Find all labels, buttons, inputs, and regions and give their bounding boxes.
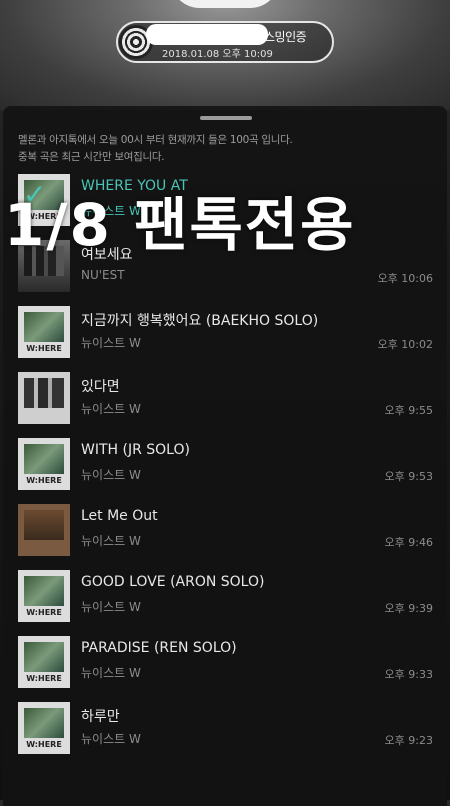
song-artist: 뉴이스트 W bbox=[81, 600, 141, 614]
drag-handle[interactable] bbox=[200, 116, 252, 120]
list-item[interactable]: 있다면 뉴이스트 W 오후 9:55 bbox=[3, 368, 447, 434]
play-time: 오후 9:46 bbox=[384, 536, 433, 549]
list-item[interactable]: W:HERE 지금까지 행복했어요 (BAEKHO SOLO) 뉴이스트 W 오… bbox=[3, 302, 447, 368]
album-art: W:HERE bbox=[18, 570, 70, 622]
song-artist: NU'EST bbox=[81, 268, 125, 282]
album-art bbox=[18, 372, 70, 424]
song-artist: 뉴이스트 W bbox=[81, 534, 141, 548]
auth-datetime: 2018.01.08 오후 10:09 bbox=[162, 49, 273, 60]
album-art: W:HERE bbox=[18, 702, 70, 754]
list-item[interactable]: W:HERE GOOD LOVE (ARON SOLO) 뉴이스트 W 오후 9… bbox=[3, 566, 447, 632]
play-time: 오후 9:33 bbox=[384, 668, 433, 681]
play-time: 오후 10:06 bbox=[377, 272, 433, 285]
album-art bbox=[18, 504, 70, 556]
list-item[interactable]: W:HERE WITH (JR SOLO) 뉴이스트 W 오후 9:53 bbox=[3, 434, 447, 500]
song-title: WITH (JR SOLO) bbox=[81, 442, 190, 458]
info-text-line1: 멜론과 아지톡에서 오늘 00시 부터 현재까지 들은 100곡 입니다. bbox=[18, 134, 293, 146]
song-artist: 뉴이스트 W bbox=[81, 666, 141, 680]
play-time: 오후 9:39 bbox=[384, 602, 433, 615]
song-title: Let Me Out bbox=[81, 508, 158, 524]
song-title: GOOD LOVE (ARON SOLO) bbox=[81, 574, 265, 590]
album-art: W:HERE bbox=[18, 636, 70, 688]
watermark-overlay-text: 1/8 팬톡전용 bbox=[4, 191, 356, 259]
streaming-auth-badge[interactable]: 스밍인증 2018.01.08 오후 10:09 bbox=[116, 21, 334, 63]
list-item[interactable]: W:HERE 하루만 뉴이스트 W 오후 9:23 bbox=[3, 698, 447, 764]
song-artist: 뉴이스트 W bbox=[81, 402, 141, 416]
play-time: 오후 9:55 bbox=[384, 404, 433, 417]
song-title: PARADISE (REN SOLO) bbox=[81, 640, 237, 656]
song-artist: 뉴이스트 W bbox=[81, 732, 141, 746]
song-title: 지금까지 행복했어요 (BAEKHO SOLO) bbox=[81, 313, 319, 329]
song-title: 하루만 bbox=[81, 709, 120, 725]
album-art: W:HERE bbox=[18, 306, 70, 358]
list-item[interactable]: W:HERE PARADISE (REN SOLO) 뉴이스트 W 오후 9:3… bbox=[3, 632, 447, 698]
song-title: 있다면 bbox=[81, 379, 120, 395]
redacted-username bbox=[146, 24, 268, 45]
song-artist: 뉴이스트 W bbox=[81, 468, 141, 482]
auth-label: 스밍인증 bbox=[264, 30, 307, 44]
list-item[interactable]: Let Me Out 뉴이스트 W 오후 9:46 bbox=[3, 500, 447, 566]
album-art: W:HERE bbox=[18, 438, 70, 490]
play-time: 오후 9:23 bbox=[384, 734, 433, 747]
song-artist: 뉴이스트 W bbox=[81, 336, 141, 350]
play-time: 오후 9:53 bbox=[384, 470, 433, 483]
info-text-line2: 중복 곡은 최근 시간만 보여집니다. bbox=[18, 151, 165, 163]
play-time: 오후 10:02 bbox=[377, 338, 433, 351]
